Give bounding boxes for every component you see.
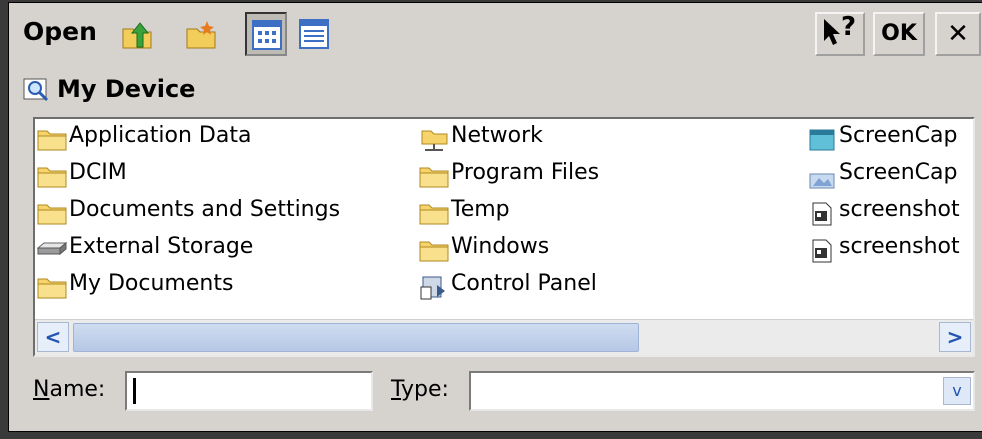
item-label: screenshot <box>839 197 960 222</box>
storage-card-icon <box>37 241 67 256</box>
item-label: Windows <box>451 234 550 259</box>
type-label-text: ype: <box>401 377 449 402</box>
folder-icon <box>419 167 449 188</box>
dropdown-button[interactable]: v <box>943 377 971 405</box>
item-label: Temp <box>451 197 510 222</box>
item-label: Documents and Settings <box>69 197 341 222</box>
scroll-right-button[interactable]: > <box>939 322 971 352</box>
title-bar: Open ? OK ✕ <box>9 3 982 65</box>
folder-icon <box>37 130 67 151</box>
type-label-hotkey: T <box>391 377 402 402</box>
type-select[interactable]: v <box>469 371 975 411</box>
item-label: screenshot <box>839 234 960 259</box>
item-label: External Storage <box>69 234 254 259</box>
text-caret <box>133 378 136 404</box>
scrollbar-thumb[interactable] <box>73 323 639 352</box>
dialog-title: Open <box>23 17 97 46</box>
item-label: ScreenCap <box>839 160 958 185</box>
folder-icon <box>37 278 67 299</box>
up-folder-icon <box>122 22 152 49</box>
item-label: Program Files <box>451 160 600 185</box>
my-device-icon <box>23 78 49 102</box>
name-label-hotkey: N <box>33 377 50 402</box>
location-label: My Device <box>57 75 196 103</box>
chevron-left-icon: < <box>44 325 62 349</box>
close-button[interactable]: ✕ <box>935 12 981 56</box>
item-label: Control Panel <box>451 271 597 296</box>
item-label: My Documents <box>69 271 234 296</box>
new-folder-icon <box>186 21 216 49</box>
image-file-icon <box>812 239 832 263</box>
list-view-button[interactable] <box>245 12 287 56</box>
open-dialog: Open ? OK ✕ My Device Application Data D… <box>8 2 982 432</box>
app-icon <box>809 129 835 151</box>
item-label: Network <box>451 123 543 148</box>
name-label-text: ame: <box>49 377 106 402</box>
name-input[interactable] <box>125 371 373 411</box>
list-view-icon <box>252 20 282 50</box>
horizontal-scrollbar[interactable]: < > <box>35 319 973 355</box>
app-icon <box>809 173 835 189</box>
folder-icon <box>37 204 67 225</box>
folder-icon <box>419 241 449 262</box>
item-label: ScreenCap <box>839 123 958 148</box>
chevron-down-icon: v <box>952 381 962 400</box>
file-list[interactable]: Application Data DCIM Documents and Sett… <box>33 117 975 357</box>
type-label: Type: <box>391 377 449 402</box>
close-icon: ✕ <box>947 19 969 49</box>
details-view-button[interactable] <box>293 12 335 56</box>
control-panel-icon <box>420 276 445 300</box>
up-folder-button[interactable] <box>115 12 157 56</box>
scroll-left-button[interactable]: < <box>37 322 69 352</box>
help-button[interactable]: ? <box>815 12 865 56</box>
name-label: Name: <box>33 377 105 402</box>
image-file-icon <box>812 202 832 226</box>
item-label: Application Data <box>69 123 252 148</box>
item-label: DCIM <box>69 160 127 185</box>
new-folder-button[interactable] <box>179 12 221 56</box>
folder-icon <box>419 204 449 225</box>
details-view-icon <box>299 19 329 49</box>
network-folder-icon <box>421 130 448 151</box>
chevron-right-icon: > <box>946 325 964 349</box>
help-label: ? <box>841 12 857 42</box>
folder-icon <box>37 167 67 188</box>
ok-button[interactable]: OK <box>873 12 925 56</box>
